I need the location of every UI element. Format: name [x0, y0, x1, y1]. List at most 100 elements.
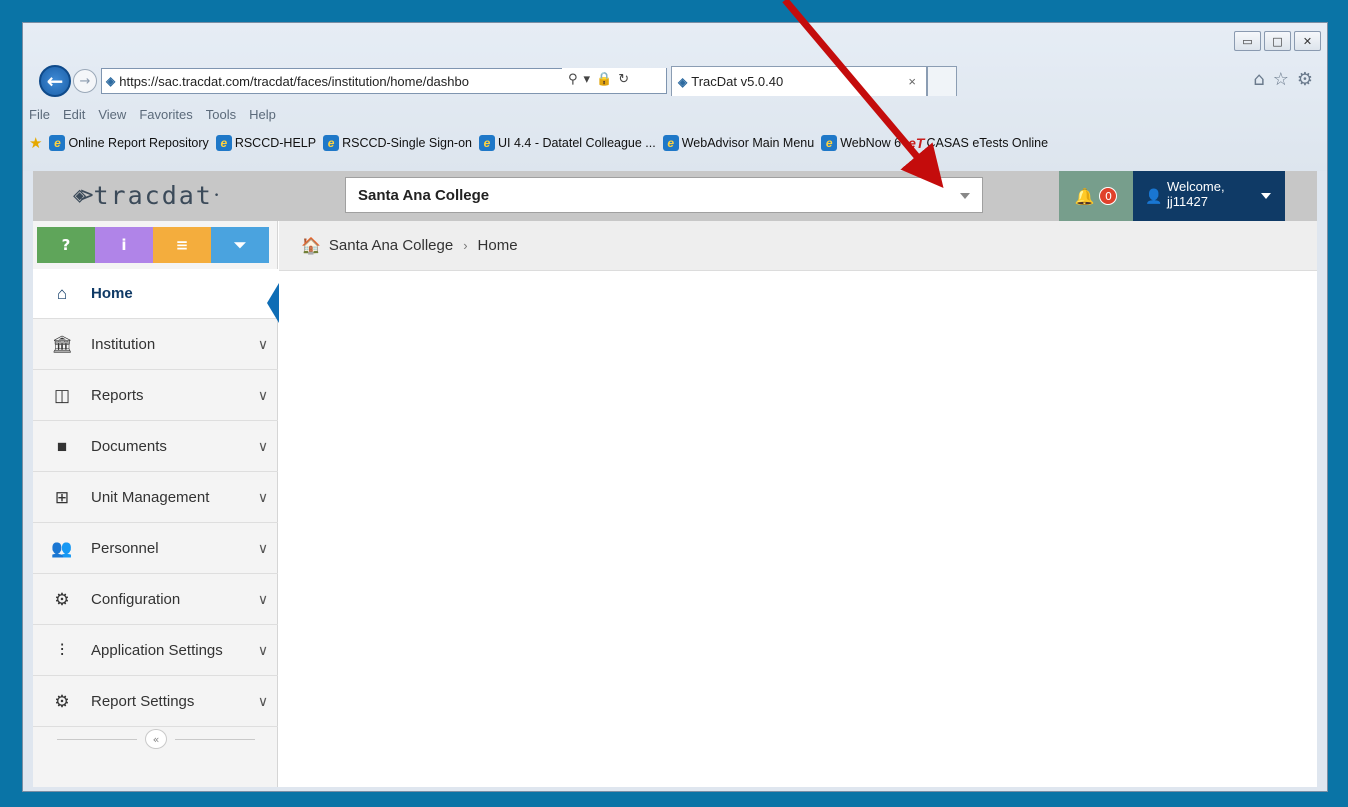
fav-rsccd-help[interactable]: e RSCCD-HELP: [215, 135, 316, 151]
tab-close-button[interactable]: ×: [908, 74, 916, 89]
tab-title: TracDat v5.0.40: [691, 74, 784, 89]
browser-window: ▭ □ ✕ ← → ◈ https://sac.tracdat.com/trac…: [22, 22, 1328, 792]
sidebar-item-home[interactable]: ⌂ Home: [33, 269, 278, 319]
browser-tab[interactable]: ◈ TracDat v5.0.40 ×: [671, 66, 927, 96]
institution-select-value: Santa Ana College: [358, 186, 490, 204]
menu-favorites[interactable]: Favorites: [139, 107, 192, 127]
fav-rsccd-sso[interactable]: e RSCCD-Single Sign-on: [323, 135, 472, 151]
fav-webadvisor[interactable]: e WebAdvisor Main Menu: [662, 135, 814, 151]
gear-icon: ⚙: [54, 589, 70, 609]
question-icon: ?: [61, 236, 71, 254]
username-label: jj11427: [1167, 194, 1208, 209]
menu-tools[interactable]: Tools: [206, 107, 236, 127]
forward-button[interactable]: →: [73, 69, 97, 93]
menu-view[interactable]: View: [98, 107, 126, 127]
menu-edit[interactable]: Edit: [63, 107, 85, 127]
home-icon[interactable]: ⌂: [1253, 69, 1264, 90]
add-favorite-star-icon[interactable]: ★: [29, 134, 42, 152]
tab-favicon-icon: ◈: [678, 74, 688, 89]
collapse-sidebar-button[interactable]: «: [145, 729, 167, 749]
user-menu[interactable]: 👤 Welcome, jj11427: [1133, 171, 1285, 221]
window-controls: ▭ □ ✕: [1234, 31, 1321, 51]
sidebar-item-personnel[interactable]: 👥 Personnel ∨: [33, 524, 278, 574]
sidebar-item-label: Institution: [91, 336, 156, 353]
tracdat-logo[interactable]: ◈> tracdat •: [73, 181, 221, 210]
sidebar-item-label: Documents: [91, 438, 167, 455]
favorites-star-icon[interactable]: ☆: [1273, 69, 1289, 90]
menu-bar: File Edit View Favorites Tools Help: [29, 107, 276, 127]
ie-icon: e: [215, 135, 232, 151]
close-window-button[interactable]: ✕: [1294, 31, 1321, 51]
refresh-icon[interactable]: ↻: [618, 72, 629, 87]
notes-button[interactable]: ≡: [153, 227, 211, 263]
url-text: https://sac.tracdat.com/tracdat/faces/in…: [119, 73, 469, 89]
list-icon: ≡: [175, 236, 189, 254]
sidebar-item-institution[interactable]: 🏛 Institution ∨: [33, 320, 278, 370]
caret-down-icon: [1261, 193, 1271, 199]
fav-casas[interactable]: eT CASAS eTests Online: [908, 135, 1048, 151]
breadcrumb-institution[interactable]: Santa Ana College: [329, 237, 453, 254]
sidebar-collapse: «: [57, 729, 257, 749]
back-button[interactable]: ←: [39, 65, 71, 97]
breadcrumb: 🏠 Santa Ana College › Home: [279, 221, 1317, 271]
arrow-left-icon: ←: [46, 69, 64, 93]
filter-button[interactable]: ⏷: [211, 227, 269, 263]
sidebar-item-application-settings[interactable]: ⫶ Application Settings ∨: [33, 626, 278, 676]
bank-icon: 🏛: [51, 334, 73, 354]
sidebar-tools: ? i ≡ ⏷: [37, 227, 269, 263]
chevron-down-icon: ∨: [257, 540, 269, 556]
home-icon[interactable]: 🏠: [301, 236, 321, 256]
sidebar-item-reports[interactable]: ◫ Reports ∨: [33, 371, 278, 421]
tracdat-app: ◈> tracdat • Santa Ana College 🔔 0 👤 Wel…: [33, 171, 1317, 787]
search-icon[interactable]: ⚲: [568, 72, 578, 87]
ie-icon: e: [479, 135, 495, 151]
app-header: ◈> tracdat • Santa Ana College 🔔 0 👤 Wel…: [33, 171, 1317, 221]
help-button[interactable]: ?: [37, 227, 95, 263]
logo-chevron-icon: ◈>: [73, 183, 93, 208]
user-icon: 👤: [1145, 189, 1163, 205]
fav-webnow[interactable]: e WebNow 6: [821, 135, 901, 151]
sidebar-item-documents[interactable]: ■ Documents ∨: [33, 422, 278, 472]
info-button[interactable]: i: [95, 227, 153, 263]
sidebar-item-label: Configuration: [91, 591, 181, 608]
ie-icon: e: [821, 135, 838, 151]
sidebar-item-configuration[interactable]: ⚙ Configuration ∨: [33, 575, 278, 625]
navigation-row: ← → ◈ https://sac.tracdat.com/tracdat/fa…: [37, 65, 1319, 97]
notification-badge: 0: [1099, 187, 1118, 205]
columns-icon: ◫: [53, 385, 71, 405]
caret-down-icon: [960, 193, 970, 199]
chevron-down-icon: ∨: [257, 489, 269, 505]
sidebar-item-label: Reports: [91, 387, 144, 404]
fav-online-report-repository[interactable]: e Online Report Repository: [49, 135, 209, 151]
sidebar-item-label: Unit Management: [91, 489, 210, 506]
menu-help[interactable]: Help: [249, 107, 276, 127]
table-icon: ⊞: [54, 487, 70, 507]
folder-icon: ■: [56, 436, 68, 456]
settings-gear-icon[interactable]: ⚙: [1297, 69, 1313, 90]
filter-icon: ⏷: [233, 236, 246, 254]
new-tab-button[interactable]: [927, 66, 957, 96]
sidebar-item-label: Personnel: [91, 540, 159, 557]
minimize-button[interactable]: ▭: [1234, 31, 1261, 51]
sidebar-item-label: Report Settings: [91, 693, 195, 710]
chevron-down-icon: ∨: [257, 438, 269, 454]
sidebar-item-label: Home: [91, 285, 133, 302]
main-content: [279, 272, 1317, 787]
bell-icon: 🔔: [1074, 186, 1095, 206]
menu-file[interactable]: File: [29, 107, 50, 127]
lock-icon[interactable]: 🔒: [596, 72, 612, 87]
ie-icon: e: [49, 135, 66, 151]
sidebar-item-unit-management[interactable]: ⊞ Unit Management ∨: [33, 473, 278, 523]
fav-datatel-colleague[interactable]: e UI 4.4 - Datatel Colleague ...: [479, 135, 656, 151]
sidebar-item-report-settings[interactable]: ⚙ Report Settings ∨: [33, 677, 278, 727]
dropdown-icon[interactable]: ▾: [584, 72, 591, 87]
chevron-down-icon: ∨: [257, 693, 269, 709]
notifications-button[interactable]: 🔔 0: [1059, 171, 1133, 221]
favorites-bar: ★ e Online Report Repository e RSCCD-HELP …: [29, 131, 1323, 155]
breadcrumb-current: Home: [477, 237, 518, 254]
users-icon: 👥: [51, 538, 73, 558]
maximize-button[interactable]: □: [1264, 31, 1291, 51]
breadcrumb-separator: ›: [463, 238, 468, 253]
user-text: Welcome, jj11427: [1167, 179, 1225, 209]
institution-select[interactable]: Santa Ana College: [345, 177, 983, 213]
